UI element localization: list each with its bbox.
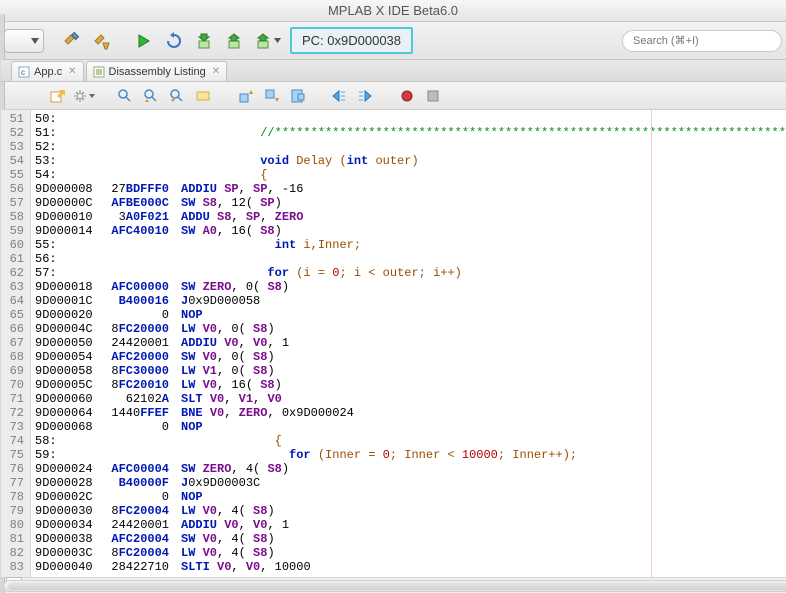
- upload-menu-button[interactable]: [250, 27, 284, 55]
- close-icon[interactable]: ✕: [68, 66, 76, 77]
- reset-icon: [165, 32, 183, 50]
- record-icon: [400, 89, 414, 103]
- upload-chip-icon: [254, 32, 272, 50]
- stop-icon: [426, 89, 440, 103]
- bookmark-prev-button[interactable]: [233, 85, 257, 107]
- bookmark-next-button[interactable]: [259, 85, 283, 107]
- bookmark-toggle-button[interactable]: [285, 85, 309, 107]
- upload-button[interactable]: [220, 27, 248, 55]
- code-content[interactable]: 50: 51: //******************************…: [31, 110, 786, 577]
- hscroll-track[interactable]: [3, 580, 786, 592]
- svg-text:c: c: [21, 68, 25, 77]
- run-button[interactable]: [130, 27, 158, 55]
- shift-right-button[interactable]: [353, 85, 377, 107]
- config-dropdown[interactable]: [4, 29, 44, 53]
- find-prev-icon: [143, 88, 159, 104]
- clean-build-button[interactable]: [88, 27, 116, 55]
- build-button[interactable]: [58, 27, 86, 55]
- find-prev-button[interactable]: [139, 85, 163, 107]
- stop-button[interactable]: [421, 85, 445, 107]
- shift-left-icon: [331, 88, 347, 104]
- disassembly-toolbar: [1, 82, 786, 110]
- export-icon: [49, 88, 65, 104]
- chevron-down-icon: [89, 93, 95, 99]
- search-box[interactable]: [622, 30, 782, 52]
- program-counter-display: PC: 0x9D000038: [290, 27, 413, 54]
- margin-ruler: [651, 110, 652, 577]
- highlight-button[interactable]: [191, 85, 215, 107]
- c-file-icon: c: [18, 66, 30, 78]
- shift-right-icon: [357, 88, 373, 104]
- close-icon[interactable]: ✕: [212, 66, 220, 77]
- hscroll-thumb[interactable]: [8, 582, 786, 590]
- download-chip-icon: [195, 32, 213, 50]
- find-icon: [117, 88, 133, 104]
- bookmark-down-icon: [263, 88, 279, 104]
- settings-button[interactable]: [71, 85, 95, 107]
- download-button[interactable]: [190, 27, 218, 55]
- tab-label: App.c: [34, 66, 62, 78]
- editor-tabs: c App.c ✕ Disassembly Listing ✕ ◀ ▶ ▾ ▭: [1, 60, 786, 82]
- shift-left-button[interactable]: [327, 85, 351, 107]
- reset-button[interactable]: [160, 27, 188, 55]
- chevron-down-icon: [31, 37, 39, 45]
- main-toolbar: PC: 0x9D000038: [0, 22, 786, 60]
- play-icon: [137, 34, 151, 48]
- window-title: MPLAB X IDE Beta6.0: [328, 3, 458, 18]
- upload-chip-icon: [225, 32, 243, 50]
- find-button[interactable]: [113, 85, 137, 107]
- chevron-down-icon: [274, 37, 281, 44]
- hammer-icon: [62, 31, 82, 51]
- tab-disassembly[interactable]: Disassembly Listing ✕: [86, 61, 228, 81]
- listing-icon: [93, 66, 105, 78]
- code-view: 51 52 53 54 55 56 57 58 59 60 61 62 63 6…: [1, 110, 786, 577]
- window-titlebar: MPLAB X IDE Beta6.0: [0, 0, 786, 22]
- find-next-button[interactable]: [165, 85, 189, 107]
- hammer-broom-icon: [92, 31, 112, 51]
- bookmark-icon: [289, 88, 305, 104]
- search-input[interactable]: [633, 35, 775, 47]
- find-next-icon: [169, 88, 185, 104]
- tab-app-c[interactable]: c App.c ✕: [11, 61, 84, 81]
- bookmark-up-icon: [237, 88, 253, 104]
- export-button[interactable]: [45, 85, 69, 107]
- record-button[interactable]: [395, 85, 419, 107]
- highlight-icon: [195, 88, 211, 104]
- gear-icon: [72, 88, 88, 104]
- tab-label: Disassembly Listing: [109, 66, 206, 78]
- line-gutter: 51 52 53 54 55 56 57 58 59 60 61 62 63 6…: [1, 110, 31, 577]
- horizontal-scrollbar[interactable]: ◀ ▶: [1, 577, 786, 593]
- editor-area: c App.c ✕ Disassembly Listing ✕ ◀ ▶ ▾ ▭: [1, 60, 786, 593]
